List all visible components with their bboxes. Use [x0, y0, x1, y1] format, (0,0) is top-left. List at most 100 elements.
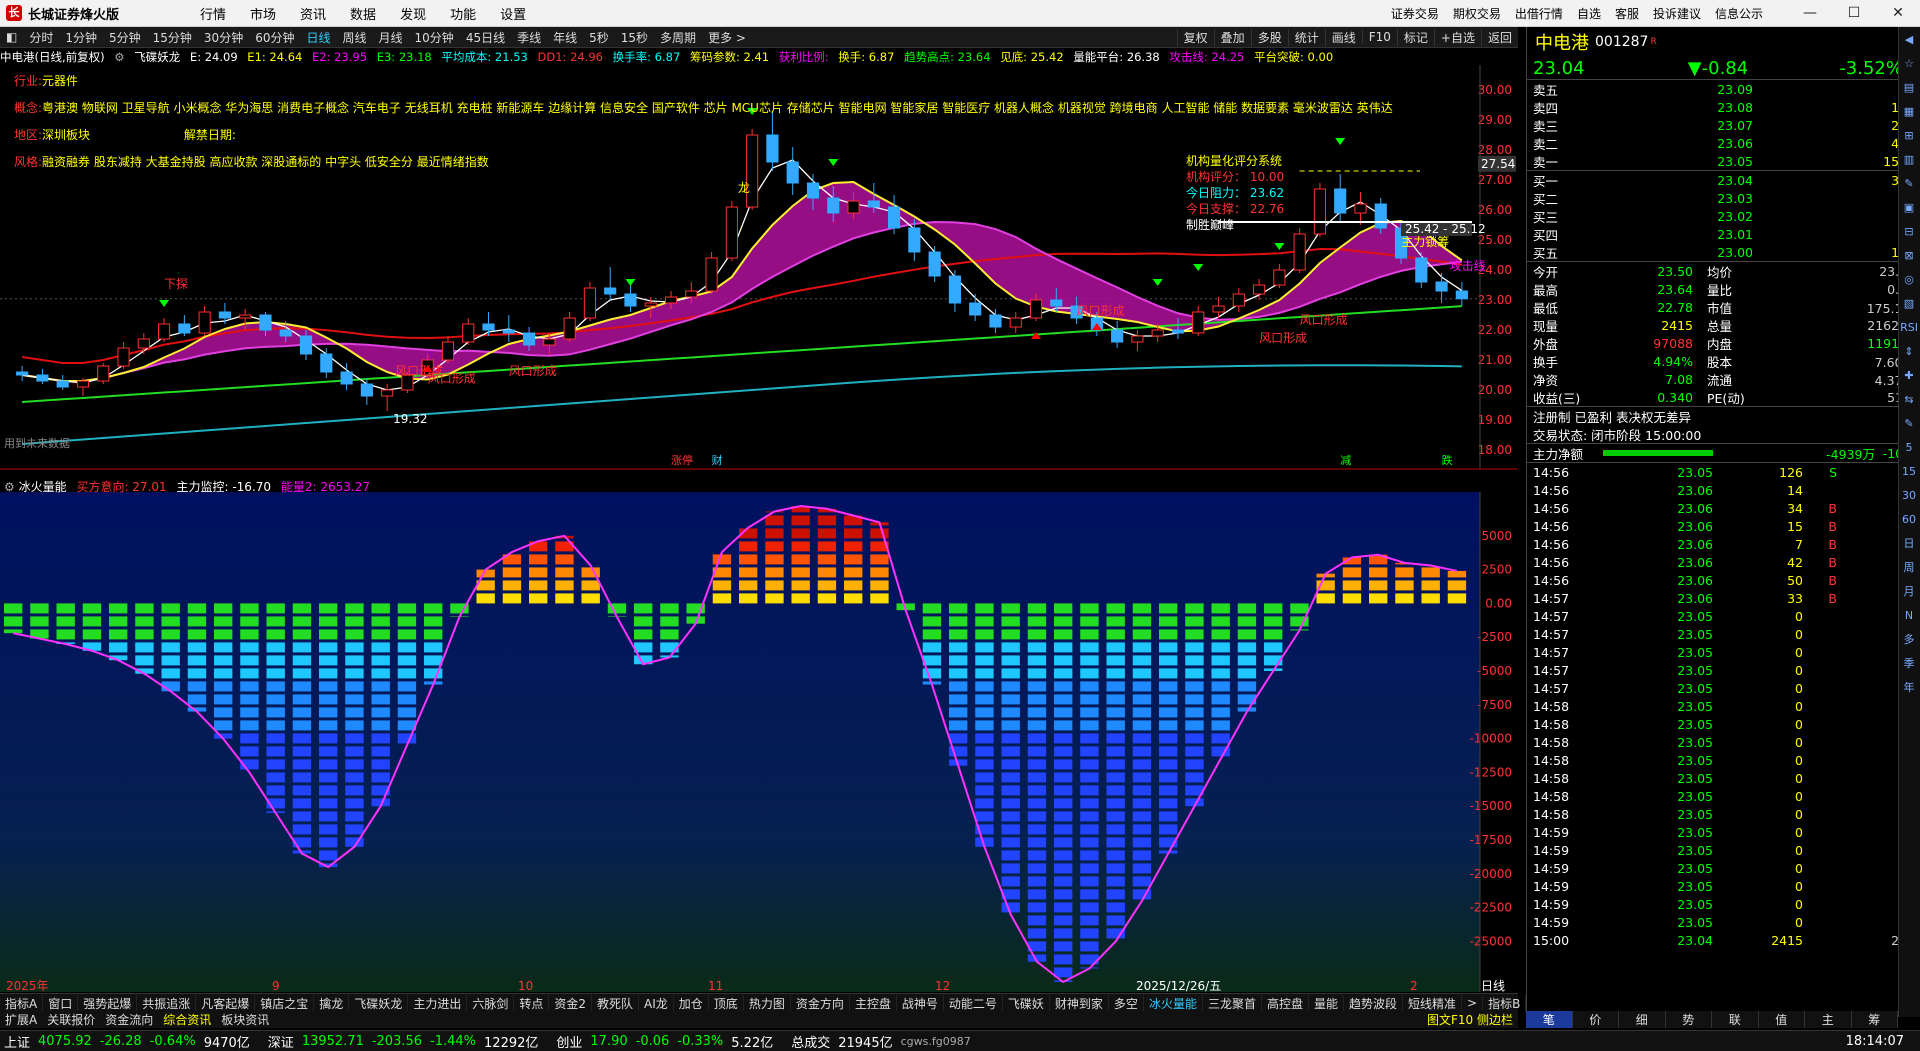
toolbar-btn-3[interactable]: 统计	[1288, 29, 1325, 46]
indicator-tab-30[interactable]: >	[1462, 996, 1483, 1010]
side-icon-3[interactable]: ▦	[1899, 101, 1919, 123]
period-tab-13[interactable]: 5秒	[583, 29, 615, 46]
indicator-tab-21[interactable]: 飞碟妖	[1003, 995, 1050, 1012]
indicator-tab-11[interactable]: 资金2	[549, 995, 592, 1012]
indicator-tab-17[interactable]: 资金方向	[791, 995, 850, 1012]
bottom-tab-4[interactable]: 板块资讯	[216, 1011, 274, 1028]
period-tab-8[interactable]: 月线	[373, 29, 409, 46]
period-tab-0[interactable]: 分时	[23, 29, 59, 46]
title-link-6[interactable]: 信息公示	[1708, 5, 1770, 22]
indicator-tab-3[interactable]: 共振追涨	[137, 995, 196, 1012]
side-icon-6[interactable]: ✎	[1899, 173, 1919, 195]
bottom-tab-3[interactable]: 综合资讯	[158, 1011, 216, 1028]
side-icon-18[interactable]: 15	[1899, 461, 1919, 483]
indicator-tab-2[interactable]: 强势起爆	[78, 995, 137, 1012]
indicator-tab-25[interactable]: 三龙聚首	[1203, 995, 1262, 1012]
period-tab-5[interactable]: 60分钟	[249, 29, 300, 46]
side-icon-25[interactable]: 多	[1899, 629, 1919, 651]
period-tab-3[interactable]: 15分钟	[147, 29, 198, 46]
side-icon-5[interactable]: ▥	[1899, 149, 1919, 171]
side-icon-0[interactable]: ◀	[1899, 29, 1919, 51]
menu-item-5[interactable]: 功能	[438, 4, 488, 23]
toolbar-btn-7[interactable]: +自选	[1434, 29, 1481, 46]
side-icon-20[interactable]: 60	[1899, 509, 1919, 531]
period-tab-2[interactable]: 5分钟	[103, 29, 147, 46]
bottom-tab-2[interactable]: 资金流向	[100, 1011, 158, 1028]
period-tab-16[interactable]: 更多 >	[702, 29, 752, 46]
period-tab-11[interactable]: 季线	[511, 29, 547, 46]
side-icon-24[interactable]: N	[1899, 605, 1919, 627]
title-link-3[interactable]: 自选	[1570, 5, 1608, 22]
indicator-name[interactable]: 飞碟妖龙	[134, 50, 180, 64]
side-icon-12[interactable]: RSI	[1899, 317, 1919, 339]
indicator-tab-8[interactable]: 主力进出	[408, 995, 467, 1012]
indicator-tab-18[interactable]: 主控盘	[850, 995, 897, 1012]
indicator-tab-19[interactable]: 战神号	[897, 995, 944, 1012]
quote-tab-1[interactable]: 价	[1573, 1011, 1620, 1028]
side-icon-15[interactable]: ⇆	[1899, 389, 1919, 411]
period-tab-7[interactable]: 周线	[337, 29, 373, 46]
toolbar-btn-5[interactable]: F10	[1362, 30, 1397, 44]
title-link-2[interactable]: 出借行情	[1508, 5, 1570, 22]
indicator-tab-10[interactable]: 转点	[514, 995, 549, 1012]
period-tab-4[interactable]: 30分钟	[198, 29, 249, 46]
toolbar-btn-2[interactable]: 多股	[1251, 29, 1288, 46]
indicator-tab-26[interactable]: 高控盘	[1262, 995, 1309, 1012]
menu-item-0[interactable]: 行情	[188, 4, 238, 23]
indicator-tab-23[interactable]: 多空	[1109, 995, 1144, 1012]
quote-tab-6[interactable]: 主	[1805, 1011, 1852, 1028]
indicator-tab-6[interactable]: 擒龙	[314, 995, 349, 1012]
indicator-tab-9[interactable]: 六脉剑	[467, 995, 514, 1012]
side-icon-27[interactable]: 年	[1899, 677, 1919, 699]
period-tab-9[interactable]: 10分钟	[409, 29, 460, 46]
title-link-4[interactable]: 客服	[1608, 5, 1646, 22]
period-tab-6[interactable]: 日线	[300, 29, 336, 46]
toolbar-btn-8[interactable]: 返回	[1481, 29, 1518, 46]
period-tab-15[interactable]: 多周期	[654, 29, 702, 46]
side-icon-2[interactable]: ▤	[1899, 77, 1919, 99]
menu-item-1[interactable]: 市场	[238, 4, 288, 23]
quote-tab-2[interactable]: 细	[1619, 1011, 1666, 1028]
indicator-gear-icon[interactable]: ⚙	[114, 50, 124, 64]
indicator-tab-31[interactable]: 指标B	[1483, 995, 1526, 1012]
bottom-tab-0[interactable]: 扩展A	[0, 1011, 42, 1028]
toolbar-btn-4[interactable]: 画线	[1325, 29, 1362, 46]
side-icon-19[interactable]: 30	[1899, 485, 1919, 507]
indicator-tab-16[interactable]: 热力图	[744, 995, 791, 1012]
indicator-tab-20[interactable]: 动能二号	[944, 995, 1003, 1012]
menu-item-6[interactable]: 设置	[488, 4, 538, 23]
toolbar-btn-0[interactable]: 复权	[1177, 29, 1214, 46]
period-label[interactable]: 日线	[1481, 979, 1505, 992]
energy-chart[interactable]: 500025000.00-2500-5000-7500-10000-12500-…	[0, 492, 1518, 992]
title-link-1[interactable]: 期权交易	[1446, 5, 1508, 22]
indicator-tab-27[interactable]: 量能	[1309, 995, 1344, 1012]
indicator-tab-28[interactable]: 趋势波段	[1344, 995, 1403, 1012]
f10-sidebar-link[interactable]: 图文F10 侧边栏	[1422, 1011, 1518, 1028]
bottom-tab-1[interactable]: 关联报价	[42, 1011, 100, 1028]
indicator-tab-24[interactable]: 冰火量能	[1144, 995, 1203, 1012]
side-icon-9[interactable]: ⊠	[1899, 245, 1919, 267]
indicator-tab-1[interactable]: 窗口	[43, 995, 78, 1012]
quote-tab-3[interactable]: 势	[1666, 1011, 1713, 1028]
period-tab-14[interactable]: 15秒	[615, 29, 654, 46]
indicator-tab-29[interactable]: 短线精准	[1403, 995, 1462, 1012]
side-icon-11[interactable]: ▧	[1899, 293, 1919, 315]
indicator-tab-7[interactable]: 飞碟妖龙	[349, 995, 408, 1012]
quote-tab-4[interactable]: 联	[1712, 1011, 1759, 1028]
quote-tab-7[interactable]: 筹	[1852, 1011, 1899, 1028]
panel-toggle-icon[interactable]: ◧	[0, 30, 23, 44]
side-icon-14[interactable]: ✚	[1899, 365, 1919, 387]
side-icon-13[interactable]: ⇕	[1899, 341, 1919, 363]
side-icon-1[interactable]: ☆	[1899, 53, 1919, 75]
sub-gear-icon[interactable]: ⚙	[4, 480, 15, 494]
close-icon[interactable]: ✕	[1876, 0, 1920, 26]
period-tab-1[interactable]: 1分钟	[59, 29, 103, 46]
indicator-tab-22[interactable]: 财神到家	[1050, 995, 1109, 1012]
indicator-tab-12[interactable]: 教死队	[592, 995, 639, 1012]
indicator-tab-13[interactable]: AI龙	[639, 995, 674, 1012]
title-link-5[interactable]: 投诉建议	[1646, 5, 1708, 22]
side-icon-23[interactable]: 月	[1899, 581, 1919, 603]
maximize-icon[interactable]: ☐	[1832, 0, 1876, 26]
period-tab-12[interactable]: 年线	[547, 29, 583, 46]
indicator-tab-14[interactable]: 加仓	[674, 995, 709, 1012]
